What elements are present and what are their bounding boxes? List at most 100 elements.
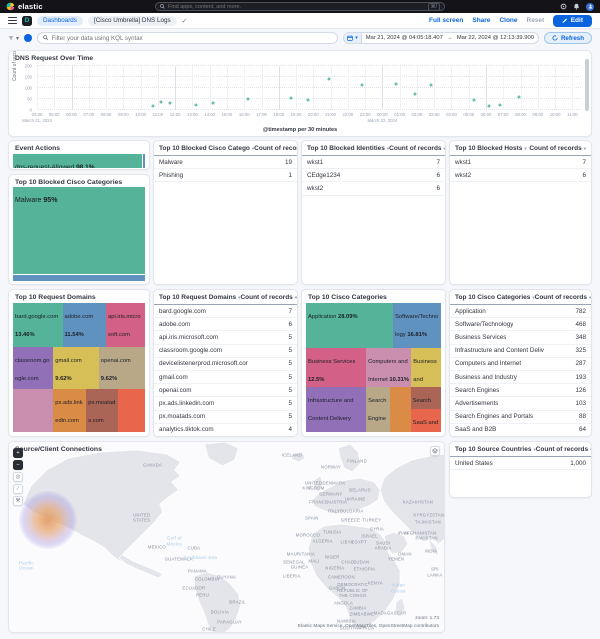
kql-search-box[interactable] (37, 32, 338, 44)
treemap-block[interactable]: classroom.google.com 9.62% (13, 347, 53, 390)
table-value-header[interactable]: Count of records▾ (535, 294, 592, 301)
date-from[interactable]: Mar 21, 2024 @ 04:05:18.407 (362, 35, 447, 41)
full-screen-button[interactable]: Full screen (429, 17, 463, 24)
world-map[interactable]: CANADAUNITED STATESMEXICOCUBAGUATEMALAPA… (9, 442, 444, 632)
global-search[interactable]: ⌘/ (155, 2, 445, 11)
table-title[interactable]: Top 10 Cisco Categories▾ (455, 294, 535, 301)
treemap-block[interactable]: adobe.com 11.54% (63, 303, 107, 347)
treemap-block[interactable]: bard.google.com 13.46% (13, 303, 63, 347)
scrollbar[interactable] (585, 59, 589, 111)
elastic-logo[interactable]: elastic (6, 2, 43, 11)
clone-button[interactable]: Clone (499, 17, 517, 24)
treemap-block[interactable]: Infrastructure and Content Delivery Netw… (306, 387, 366, 432)
treemap-block[interactable]: Application 28.09% (306, 303, 393, 348)
table-title[interactable]: Top 10 Blocked Cisco Catego▾ (159, 145, 254, 152)
table-row[interactable]: wkst26 (450, 169, 591, 182)
table-value-header[interactable]: Count of records▾ (389, 145, 446, 152)
table-value-header[interactable]: Count of records▾ (536, 446, 592, 453)
calendar-dropdown[interactable]: ▾ (344, 33, 362, 43)
table-row[interactable]: Software/Technology468 (450, 318, 591, 331)
table-value-header[interactable]: Count of records▾ (529, 145, 586, 152)
treemap-block[interactable] (13, 389, 53, 432)
panel-blocked-categories-treemap: Top 10 Blocked Cisco Categories Malware … (8, 174, 150, 285)
breadcrumb-dashboards[interactable]: Dashboards (37, 16, 83, 26)
map-attribution[interactable]: Elastic Maps Service, OpenMapTiles, Open… (298, 624, 439, 629)
table-row[interactable]: Search Engines126 (450, 384, 591, 397)
table-row[interactable]: Advertisements103 (450, 397, 591, 410)
table-value-header[interactable]: Count of records▾ (254, 145, 298, 152)
menu-icon[interactable] (8, 17, 17, 24)
treemap-block[interactable]: Search Engines and Portals 3.16% (411, 387, 441, 410)
bell-icon[interactable] (573, 3, 580, 10)
treemap-block[interactable]: Software/Technology 16.81% (393, 303, 441, 348)
treemap-block[interactable]: Business Services 12.5% (306, 348, 366, 387)
treemap-block[interactable]: openai.com 9.62% (99, 347, 145, 390)
dashboard-app-icon[interactable]: D (22, 16, 32, 26)
treemap-block[interactable]: px.ads.linkedin.com 9.62% (53, 389, 86, 432)
set-view-icon[interactable]: ◎ (13, 472, 23, 482)
table-row[interactable]: analytics.tiktok.com4 (154, 424, 297, 437)
refresh-button[interactable]: Refresh (544, 32, 592, 44)
zoom-out-icon[interactable]: − (13, 460, 23, 470)
table-row[interactable]: Business Services348 (450, 331, 591, 344)
table-row[interactable]: adobe.com6 (154, 318, 297, 331)
reset-button[interactable]: Reset (527, 17, 545, 24)
table-title[interactable]: Top 10 Source Countries▾ (455, 446, 536, 453)
treemap-block[interactable] (118, 389, 145, 432)
treemap-block[interactable]: Phishing 5% (13, 275, 145, 281)
table-row[interactable]: Infrastructure and Content Deliv325 (450, 345, 591, 358)
table-title[interactable]: Top 10 Request Domains▾ (159, 294, 240, 301)
table-row[interactable]: CEdge12346 (302, 169, 445, 182)
user-avatar[interactable] (586, 3, 594, 11)
treemap-block[interactable]: Malware 95% (13, 187, 145, 274)
treemap-block[interactable]: api.iris.microsoft.com 9.62% (106, 303, 145, 347)
measure-icon[interactable]: ∕ (13, 484, 23, 494)
treemap-block[interactable]: px.moatads.com 9.62% (86, 389, 118, 432)
treemap-block[interactable]: gmail.com 9.62% (53, 347, 99, 390)
map-country-label: BULGARIA (340, 509, 363, 514)
table-row[interactable]: Phishing1 (154, 169, 297, 182)
table-row[interactable]: Application782 (450, 305, 591, 318)
table-value-header[interactable]: Count of records▾ (240, 294, 297, 301)
kql-input[interactable] (52, 35, 333, 42)
table-row[interactable]: wkst26 (302, 182, 445, 195)
table-row[interactable]: wkst17 (450, 156, 591, 169)
date-to[interactable]: Mar 22, 2024 @ 12:13:39.900 (453, 35, 538, 41)
treemap-block[interactable]: SaaS and B2B 2.3% (411, 409, 441, 432)
table-row[interactable]: SaaS and B2B64 (450, 424, 591, 437)
treemap-block[interactable]: Search Engines 4.53% (366, 387, 390, 432)
treemap-block[interactable] (390, 387, 411, 432)
table-row[interactable]: devicelistenerprod.microsoft.cor5 (154, 358, 297, 371)
share-button[interactable]: Share (472, 17, 490, 24)
gear-icon[interactable] (560, 3, 567, 10)
table-title[interactable]: Top 10 Blocked Hosts▾ (455, 145, 527, 152)
table-row[interactable]: px.ads.linkedin.com5 (154, 397, 297, 410)
table-row[interactable]: Malware19 (154, 156, 297, 169)
treemap-block[interactable]: Business and Industry 6.93% (411, 348, 441, 387)
cell-label: analytics.tiktok.com (159, 426, 214, 433)
treemap-block[interactable]: dns-request-Allowed 98.1% (13, 154, 142, 168)
saved-query-badge[interactable] (24, 34, 32, 42)
treemap-block[interactable]: Computers and Internet 10.31% (366, 348, 411, 387)
table-row[interactable]: api.iris.microsoft.com5 (154, 331, 297, 344)
treemap-block[interactable] (143, 154, 145, 168)
table-row[interactable]: United States1,000 (450, 457, 591, 470)
breadcrumb-current[interactable]: [Cisco Umbrella] DNS Logs (88, 16, 177, 26)
edit-button[interactable]: Edit (553, 15, 592, 27)
table-row[interactable]: openai.com5 (154, 384, 297, 397)
tools-icon[interactable]: ⚒ (13, 496, 23, 506)
table-row[interactable]: classroom.google.com5 (154, 345, 297, 358)
cell-value: 5 (288, 334, 292, 341)
table-row[interactable]: wkst17 (302, 156, 445, 169)
filters-dropdown[interactable]: ▾ (8, 35, 19, 42)
global-search-input[interactable] (168, 4, 425, 10)
table-title[interactable]: Top 10 Blocked Identities▾ (307, 145, 389, 152)
table-row[interactable]: Business and Industry193 (450, 371, 591, 384)
table-row[interactable]: bard.google.com7 (154, 305, 297, 318)
data-point (429, 84, 432, 87)
date-range-picker[interactable]: ▾ Mar 21, 2024 @ 04:05:18.407 → Mar 22, … (343, 32, 539, 44)
table-row[interactable]: gmail.com5 (154, 371, 297, 384)
table-row[interactable]: px.moatads.com5 (154, 411, 297, 424)
table-row[interactable]: Search Engines and Portals88 (450, 411, 591, 424)
table-row[interactable]: Computers and Internet287 (450, 358, 591, 371)
